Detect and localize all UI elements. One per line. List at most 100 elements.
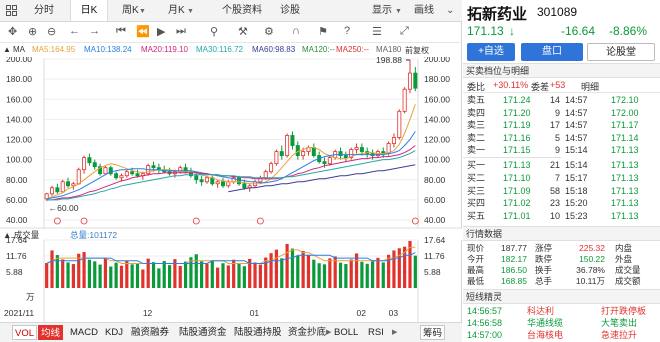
tab-order-book[interactable]: 盘口 — [521, 43, 583, 61]
candle-body — [397, 110, 402, 138]
tab-hk-connect-funds[interactable]: 陆股通资金 — [177, 325, 229, 340]
tab-vol[interactable]: VOL — [12, 325, 38, 340]
tab-rsi[interactable]: RSI — [366, 325, 386, 340]
volume-bar — [269, 253, 273, 288]
add-watchlist-button[interactable]: +自选 — [467, 43, 515, 61]
volume-bar — [114, 262, 118, 288]
tick-time: 14:57 — [565, 95, 588, 105]
move-arrows-icon[interactable]: ✥ — [8, 25, 17, 38]
chevron-down-icon[interactable]: ▼ — [186, 0, 194, 21]
chevron-right-icon[interactable]: ▶ — [390, 325, 399, 340]
display-menu[interactable]: 显示 ▼ — [372, 0, 402, 21]
tab-ma[interactable]: 均线 — [38, 325, 64, 340]
level-volume: 9 — [554, 107, 560, 118]
volume-bar — [322, 264, 327, 288]
sprite-row[interactable]: 14:56:57 科达利 打开跌停板 — [463, 305, 660, 317]
tab-bottom-fishing[interactable]: 资金抄底 — [286, 325, 328, 340]
volume-bar — [392, 250, 396, 288]
help-icon[interactable]: ? — [344, 25, 350, 37]
order-book-row[interactable]: 买五 171.01 10 15:23 171.13 — [463, 210, 660, 223]
candle-body — [263, 171, 268, 179]
tab-macd[interactable]: MACD — [68, 325, 100, 340]
order-book-row[interactable]: 卖二 171.16 5 14:57 171.14 — [463, 132, 660, 145]
level-volume: 14 — [549, 95, 560, 105]
zoom-out-icon[interactable]: ⊖ — [47, 25, 56, 38]
list-icon[interactable]: ☰ — [372, 25, 382, 38]
candle-body — [215, 181, 220, 185]
volume-bar — [71, 264, 75, 288]
tick-price: 171.13 — [611, 185, 639, 196]
tab-diagnose[interactable]: 诊股 — [280, 0, 300, 21]
order-book-row[interactable]: 卖三 171.19 17 14:57 171.17 — [463, 119, 660, 132]
tab-chips[interactable]: 筹码 — [420, 325, 446, 340]
price-row: 171.13 ↓ -16.64 -8.86% — [463, 24, 660, 40]
candle-body — [359, 147, 364, 152]
tab-kdj[interactable]: KDJ — [103, 325, 125, 340]
candle-body — [279, 151, 284, 156]
candle-body — [220, 181, 225, 187]
last-icon[interactable]: ⏭ — [176, 25, 186, 38]
chevron-down-icon[interactable]: ⌄ — [446, 0, 454, 21]
candle-body — [413, 72, 418, 89]
volume-bar — [349, 259, 353, 288]
zoom-in-icon[interactable]: ⊕ — [28, 25, 37, 38]
order-book-row[interactable]: 卖四 171.20 9 14:57 172.00 — [463, 107, 660, 120]
chevron-down-icon[interactable]: ▼ — [138, 0, 146, 21]
volume-bar — [221, 263, 225, 288]
kline-chart[interactable]: 200.00 180.00 160.00 140.00 120.00 100.00 80.0… — [0, 57, 462, 342]
ma-legend-icon[interactable]: ▲ — [3, 45, 11, 54]
gear-icon[interactable]: ⚙ — [264, 25, 274, 38]
order-book-row[interactable]: 卖一 171.15 9 15:14 171.13 — [463, 144, 660, 157]
order-book-row[interactable]: 买二 171.10 7 15:17 171.13 — [463, 172, 660, 185]
tab-monthly-k[interactable]: 月K — [168, 0, 185, 21]
stat-label: 最低 — [467, 276, 485, 286]
event-marker-icon — [53, 217, 61, 225]
tab-hk-connect-holdings[interactable]: 陆股通持股 — [232, 325, 284, 340]
candle-body — [135, 173, 140, 177]
level-label: 买一 — [467, 160, 486, 170]
volume-bar — [66, 262, 70, 288]
play-icon[interactable]: ▶ — [157, 25, 165, 38]
tab-margin[interactable]: 融资融券 — [129, 325, 171, 340]
candle-body — [274, 151, 279, 165]
magnet-icon[interactable]: ∩ — [292, 25, 300, 37]
order-book-header: 买卖档位与明细 — [463, 63, 660, 78]
arrow-right-icon[interactable]: → — [89, 25, 100, 37]
order-book-row[interactable]: 买四 171.02 23 15:20 171.13 — [463, 197, 660, 210]
detail-label: 明细 — [581, 82, 600, 92]
volume-bar — [87, 259, 92, 288]
prev-icon[interactable]: ⏪ — [136, 25, 150, 38]
stat-label: 总手 — [535, 276, 553, 286]
x-tick-label: 03 — [389, 308, 399, 318]
tab-weekly-k[interactable]: 周K — [122, 0, 139, 21]
volume-tick-right: 17.64 — [424, 235, 446, 245]
tool-icon[interactable]: ⚑ — [318, 25, 328, 38]
order-book-row[interactable]: 卖五 171.24 14 14:57 172.10 — [463, 94, 660, 107]
volume-tick-left: 11.76 — [6, 251, 27, 261]
expand-icon[interactable]: ⤢ — [400, 25, 409, 38]
tab-forum[interactable]: 论股堂 — [587, 43, 655, 61]
volume-bar — [167, 265, 172, 288]
tab-intraday[interactable]: 分时 — [34, 0, 54, 21]
draw-line-button[interactable]: 画线 — [414, 0, 434, 21]
candle-body — [124, 171, 129, 177]
sprite-row[interactable]: 14:56:58 华通线缆 大笔卖出 — [463, 317, 660, 329]
adjust-mode-label[interactable]: 前复权 — [405, 45, 429, 56]
sprite-row[interactable]: 14:57:00 台海核电 急速拉升 — [463, 329, 660, 341]
order-book-row[interactable]: 买三 171.09 58 15:18 171.13 — [463, 185, 660, 198]
event-marker-icon — [192, 217, 200, 225]
search-icon[interactable]: ⚲ — [210, 25, 218, 38]
tab-daily-k[interactable]: 日K — [70, 0, 108, 21]
first-icon[interactable]: ⏮ — [116, 25, 126, 38]
stat-label: 今开 — [467, 254, 485, 264]
quote-actions: +自选 盘口 论股堂 — [463, 43, 660, 61]
tab-boll[interactable]: BOLL — [332, 325, 360, 340]
arrow-left-icon[interactable]: ← — [69, 25, 80, 37]
order-book-row[interactable]: 买一 171.13 21 15:14 171.13 — [463, 159, 660, 172]
hammer-icon[interactable]: ⚒ — [238, 25, 248, 38]
grid-menu-icon[interactable] — [6, 5, 17, 16]
volume-bar — [109, 266, 113, 288]
tab-stock-profile[interactable]: 个股资料 — [222, 0, 262, 21]
level-label: 卖五 — [467, 95, 486, 105]
candle-body — [285, 135, 290, 156]
